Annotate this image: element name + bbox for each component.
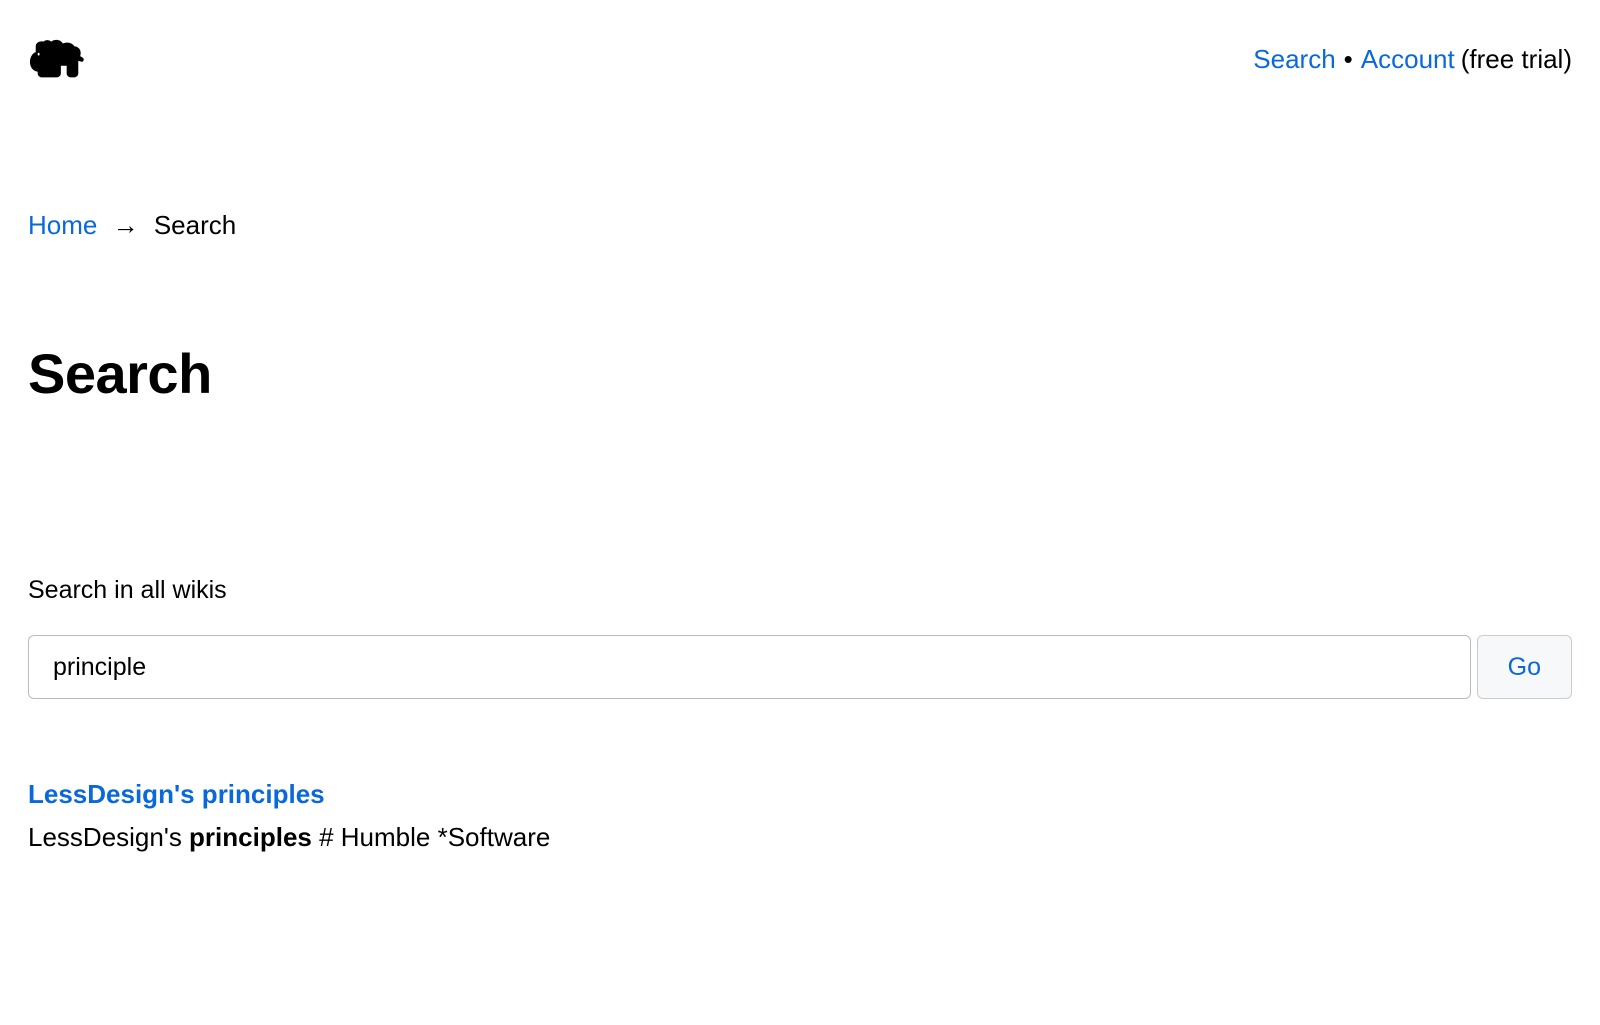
search-result: LessDesign's principles LessDesign's pri…: [28, 779, 1572, 853]
nav-links: Search • Account (free trial): [1253, 44, 1572, 75]
breadcrumb-arrow-icon: →: [113, 210, 139, 240]
breadcrumb: Home → Search: [28, 210, 1572, 241]
result-title: LessDesign's principles: [28, 779, 1572, 810]
logo-icon[interactable]: [28, 38, 86, 80]
nav-suffix: (free trial): [1461, 44, 1572, 75]
page-title: Search: [28, 341, 1572, 406]
nav-separator: •: [1344, 44, 1353, 75]
search-input[interactable]: [28, 635, 1471, 699]
nav-search-link[interactable]: Search: [1253, 44, 1335, 75]
result-snippet: LessDesign's principles # Humble *Softwa…: [28, 822, 1572, 853]
go-button[interactable]: Go: [1477, 635, 1572, 699]
search-label: Search in all wikis: [28, 576, 1572, 605]
breadcrumb-home[interactable]: Home: [28, 210, 97, 240]
result-link[interactable]: LessDesign's principles: [28, 779, 325, 809]
breadcrumb-current: Search: [154, 210, 236, 240]
header: Search • Account (free trial): [28, 38, 1572, 80]
nav-account-link[interactable]: Account: [1361, 44, 1455, 75]
search-form: Go: [28, 635, 1572, 699]
result-highlight: principles: [189, 822, 312, 852]
